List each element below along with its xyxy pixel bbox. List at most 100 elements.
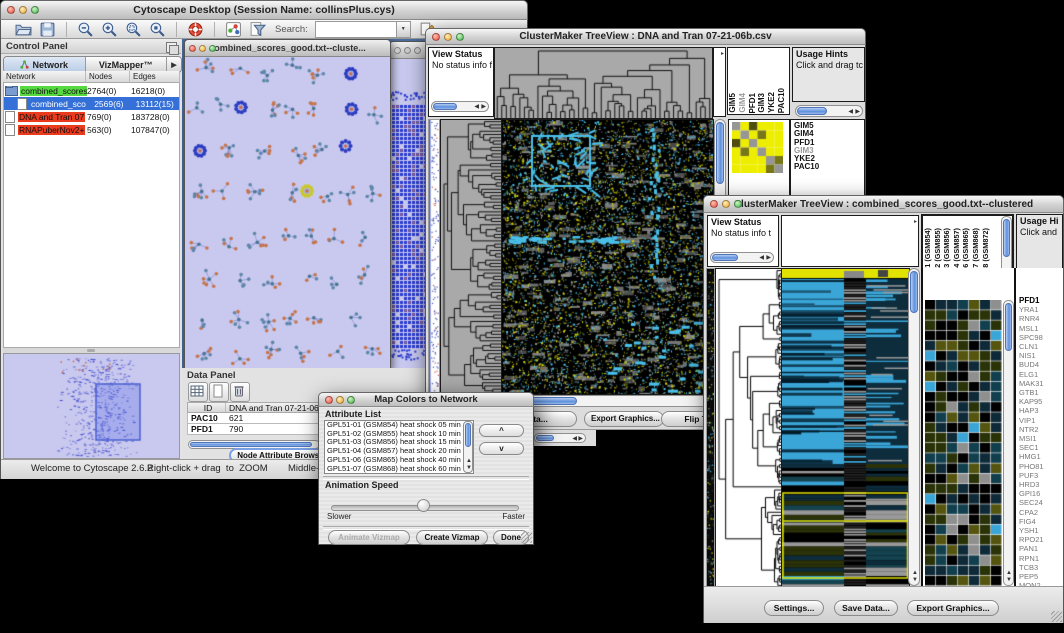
zoom-out-icon[interactable] xyxy=(77,21,94,38)
save-data-button[interactable]: Save Data... xyxy=(834,600,898,616)
treeview2-titlebar[interactable]: ClusterMaker TreeView : combined_scores_… xyxy=(703,195,1064,213)
minimize-button[interactable] xyxy=(199,45,206,52)
treeview1-titlebar[interactable]: ClusterMaker TreeView : DNA and Tran 07-… xyxy=(425,28,866,45)
gene-label[interactable]: BUD4 xyxy=(1019,360,1063,369)
row-dendrogram[interactable] xyxy=(440,119,502,395)
search-input[interactable] xyxy=(315,21,397,38)
gene-label[interactable]: NTR2 xyxy=(1019,425,1063,434)
close-button[interactable] xyxy=(7,6,15,14)
column-nodes[interactable]: Nodes xyxy=(86,71,130,83)
gene-label[interactable]: HAP3 xyxy=(1019,406,1063,415)
scroll-down-icon[interactable]: ▼ xyxy=(466,465,472,471)
scroll-left-icon[interactable]: ◀ xyxy=(474,104,479,110)
filter-icon[interactable] xyxy=(249,21,266,38)
gene-label[interactable]: RNR4 xyxy=(1019,314,1063,323)
list-vscrollbar[interactable]: ▲ ▼ xyxy=(463,421,473,473)
tab-overflow-icon[interactable]: ▶ xyxy=(167,57,181,72)
scroll-right-icon[interactable]: ▶ xyxy=(578,436,583,442)
zoom-selected-icon[interactable] xyxy=(149,21,166,38)
vizmapper-icon[interactable] xyxy=(225,21,242,38)
animate-vizmap-button[interactable]: Animate Vizmap xyxy=(328,530,410,545)
gene-label[interactable]: MSL1 xyxy=(1019,324,1063,333)
close-button[interactable] xyxy=(325,396,333,404)
mini-scrollbar[interactable]: ◀ ▶ xyxy=(534,433,586,443)
resize-grip[interactable] xyxy=(1051,611,1062,622)
network-overview-panel[interactable] xyxy=(3,353,180,459)
gene-label[interactable]: CPA2 xyxy=(1019,508,1063,517)
move-down-button[interactable]: v xyxy=(479,442,524,455)
scroll-left-icon[interactable]: ◀ xyxy=(572,436,577,442)
column-dendrogram[interactable] xyxy=(494,47,713,119)
scroll-down-icon[interactable]: ▼ xyxy=(1006,577,1012,583)
expand-icon[interactable]: ▸ xyxy=(914,218,917,225)
gene-label[interactable]: PFD1 xyxy=(1019,296,1063,305)
gene-label[interactable]: PEP5 xyxy=(1019,572,1063,581)
new-attribute-button[interactable] xyxy=(209,382,229,402)
minimize-button[interactable] xyxy=(722,200,730,208)
select-attributes-button[interactable] xyxy=(188,382,208,402)
gene-label[interactable]: GTB1 xyxy=(1019,388,1063,397)
zoom-button[interactable] xyxy=(456,33,464,41)
gene-label[interactable]: GPI16 xyxy=(1019,489,1063,498)
gene-label[interactable]: RPO21 xyxy=(1019,535,1063,544)
gene-label[interactable]: PUF3 xyxy=(1019,471,1063,480)
settings-button[interactable]: Settings... xyxy=(764,600,824,616)
view-status-scrollbar[interactable]: ◀ ▶ xyxy=(431,101,489,112)
open-session-icon[interactable] xyxy=(15,21,32,38)
export-graphics-button[interactable]: Export Graphics... xyxy=(907,600,999,616)
gene-label[interactable]: PAC10 xyxy=(794,163,864,171)
scroll-up-icon[interactable]: ▲ xyxy=(466,458,472,464)
scroll-right-icon[interactable]: ▶ xyxy=(481,104,486,110)
gene-label[interactable]: KAP95 xyxy=(1019,397,1063,406)
gene-label[interactable]: YSH1 xyxy=(1019,526,1063,535)
gene-label[interactable]: VIP1 xyxy=(1019,416,1063,425)
search-dropdown-icon[interactable]: ▼ xyxy=(397,21,411,38)
close-button[interactable] xyxy=(189,45,196,52)
scroll-right-icon[interactable]: ▶ xyxy=(766,255,771,261)
global-view-strip[interactable] xyxy=(428,119,440,395)
gene-label[interactable]: SEC24 xyxy=(1019,498,1063,507)
zoom-heatmap-canvas[interactable] xyxy=(925,300,1002,586)
float-panel-icon[interactable] xyxy=(166,42,177,53)
close-button[interactable] xyxy=(394,47,401,54)
scroll-left-icon[interactable]: ◀ xyxy=(759,255,764,261)
minimize-button[interactable] xyxy=(404,47,411,54)
column-label[interactable]: PAC10 xyxy=(778,88,788,113)
column-edges[interactable]: Edges xyxy=(130,71,180,83)
zoom-button[interactable] xyxy=(347,396,355,404)
gene-label[interactable]: SPC98 xyxy=(1019,333,1063,342)
scroll-up-icon[interactable]: ▲ xyxy=(1006,570,1012,576)
gene-label[interactable]: MSI1 xyxy=(1019,434,1063,443)
heatmap-canvas[interactable] xyxy=(501,119,714,395)
gene-label[interactable]: MAK31 xyxy=(1019,379,1063,388)
dialog-titlebar[interactable]: Map Colors to Network xyxy=(318,392,534,407)
delete-attribute-button[interactable] xyxy=(230,382,250,402)
gene-label[interactable]: PHO81 xyxy=(1019,462,1063,471)
minimize-button[interactable] xyxy=(336,396,344,404)
close-button[interactable] xyxy=(432,33,440,41)
network-canvas[interactable] xyxy=(185,57,388,367)
gene-label[interactable]: RPN1 xyxy=(1019,554,1063,563)
view-status-scrollbar[interactable]: ◀ ▶ xyxy=(710,252,774,263)
create-vizmap-button[interactable]: Create Vizmap xyxy=(416,530,488,545)
slider-thumb[interactable] xyxy=(417,499,430,512)
column-id[interactable]: ID xyxy=(188,403,226,412)
minimize-button[interactable] xyxy=(19,6,27,14)
scroll-right-icon[interactable]: ▶ xyxy=(855,109,860,115)
gene-label[interactable]: PAN1 xyxy=(1019,544,1063,553)
scroll-left-icon[interactable]: ◀ xyxy=(848,109,853,115)
minimize-button[interactable] xyxy=(444,33,452,41)
similarity-matrix-canvas[interactable] xyxy=(732,122,783,173)
scroll-up-icon[interactable]: ▲ xyxy=(912,570,918,576)
gene-label[interactable]: FIG4 xyxy=(1019,517,1063,526)
zoom-button[interactable] xyxy=(31,6,39,14)
gene-label[interactable]: YRA1 xyxy=(1019,305,1063,314)
export-graphics-button[interactable]: Export Graphics... xyxy=(584,411,664,427)
zoom-button[interactable] xyxy=(734,200,742,208)
gene-label[interactable]: NIS1 xyxy=(1019,351,1063,360)
zoom-button[interactable] xyxy=(414,47,421,54)
scroll-down-icon[interactable]: ▼ xyxy=(912,577,918,583)
network-row-selected[interactable]: combined_sco 2569(6) 13112(15) xyxy=(4,97,179,110)
main-titlebar[interactable]: Cytoscape Desktop (Session Name: collins… xyxy=(0,0,528,20)
heatmap-canvas[interactable] xyxy=(781,268,910,588)
